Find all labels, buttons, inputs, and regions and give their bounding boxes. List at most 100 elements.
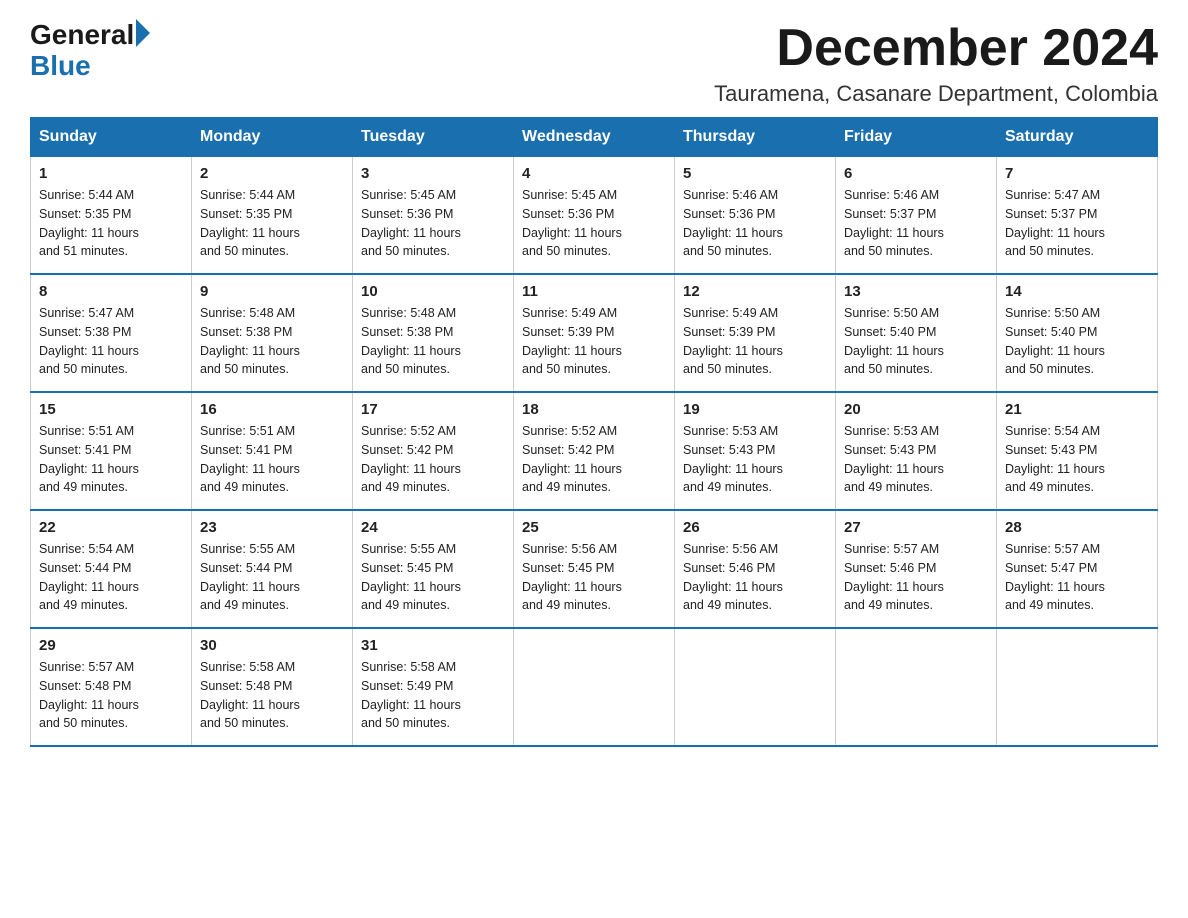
calendar-cell: 23 Sunrise: 5:55 AMSunset: 5:44 PMDaylig…	[192, 510, 353, 628]
calendar-cell: 20 Sunrise: 5:53 AMSunset: 5:43 PMDaylig…	[836, 392, 997, 510]
calendar-cell: 4 Sunrise: 5:45 AMSunset: 5:36 PMDayligh…	[514, 157, 675, 275]
day-number: 8	[39, 283, 183, 300]
calendar-cell	[675, 628, 836, 746]
day-info: Sunrise: 5:58 AMSunset: 5:48 PMDaylight:…	[200, 660, 300, 730]
calendar-cell: 30 Sunrise: 5:58 AMSunset: 5:48 PMDaylig…	[192, 628, 353, 746]
day-number: 1	[39, 165, 183, 182]
day-info: Sunrise: 5:48 AMSunset: 5:38 PMDaylight:…	[200, 306, 300, 376]
col-header-monday: Monday	[192, 118, 353, 157]
day-number: 4	[522, 165, 666, 182]
calendar-cell: 24 Sunrise: 5:55 AMSunset: 5:45 PMDaylig…	[353, 510, 514, 628]
calendar-cell: 3 Sunrise: 5:45 AMSunset: 5:36 PMDayligh…	[353, 157, 514, 275]
day-info: Sunrise: 5:44 AMSunset: 5:35 PMDaylight:…	[200, 188, 300, 258]
calendar-cell: 19 Sunrise: 5:53 AMSunset: 5:43 PMDaylig…	[675, 392, 836, 510]
calendar-week-5: 29 Sunrise: 5:57 AMSunset: 5:48 PMDaylig…	[31, 628, 1158, 746]
day-number: 26	[683, 519, 827, 536]
day-info: Sunrise: 5:50 AMSunset: 5:40 PMDaylight:…	[844, 306, 944, 376]
calendar-cell: 29 Sunrise: 5:57 AMSunset: 5:48 PMDaylig…	[31, 628, 192, 746]
day-info: Sunrise: 5:47 AMSunset: 5:37 PMDaylight:…	[1005, 188, 1105, 258]
day-number: 12	[683, 283, 827, 300]
day-number: 29	[39, 637, 183, 654]
day-number: 3	[361, 165, 505, 182]
calendar-cell: 26 Sunrise: 5:56 AMSunset: 5:46 PMDaylig…	[675, 510, 836, 628]
day-info: Sunrise: 5:55 AMSunset: 5:44 PMDaylight:…	[200, 542, 300, 612]
calendar-cell: 13 Sunrise: 5:50 AMSunset: 5:40 PMDaylig…	[836, 274, 997, 392]
col-header-friday: Friday	[836, 118, 997, 157]
calendar-cell: 15 Sunrise: 5:51 AMSunset: 5:41 PMDaylig…	[31, 392, 192, 510]
calendar-cell: 11 Sunrise: 5:49 AMSunset: 5:39 PMDaylig…	[514, 274, 675, 392]
logo-arrow-icon	[136, 19, 150, 47]
calendar-cell: 9 Sunrise: 5:48 AMSunset: 5:38 PMDayligh…	[192, 274, 353, 392]
calendar-week-4: 22 Sunrise: 5:54 AMSunset: 5:44 PMDaylig…	[31, 510, 1158, 628]
logo-blue-text: Blue	[30, 50, 91, 81]
col-header-thursday: Thursday	[675, 118, 836, 157]
day-info: Sunrise: 5:53 AMSunset: 5:43 PMDaylight:…	[683, 424, 783, 494]
day-info: Sunrise: 5:51 AMSunset: 5:41 PMDaylight:…	[39, 424, 139, 494]
day-info: Sunrise: 5:52 AMSunset: 5:42 PMDaylight:…	[522, 424, 622, 494]
day-info: Sunrise: 5:58 AMSunset: 5:49 PMDaylight:…	[361, 660, 461, 730]
day-number: 21	[1005, 401, 1149, 418]
calendar-cell: 16 Sunrise: 5:51 AMSunset: 5:41 PMDaylig…	[192, 392, 353, 510]
day-number: 20	[844, 401, 988, 418]
day-info: Sunrise: 5:49 AMSunset: 5:39 PMDaylight:…	[522, 306, 622, 376]
page-header: General Blue December 2024 Tauramena, Ca…	[30, 20, 1158, 107]
calendar-header-row: SundayMondayTuesdayWednesdayThursdayFrid…	[31, 118, 1158, 157]
day-info: Sunrise: 5:57 AMSunset: 5:48 PMDaylight:…	[39, 660, 139, 730]
day-info: Sunrise: 5:46 AMSunset: 5:36 PMDaylight:…	[683, 188, 783, 258]
calendar-cell: 5 Sunrise: 5:46 AMSunset: 5:36 PMDayligh…	[675, 157, 836, 275]
day-number: 17	[361, 401, 505, 418]
day-info: Sunrise: 5:53 AMSunset: 5:43 PMDaylight:…	[844, 424, 944, 494]
day-info: Sunrise: 5:54 AMSunset: 5:44 PMDaylight:…	[39, 542, 139, 612]
day-info: Sunrise: 5:49 AMSunset: 5:39 PMDaylight:…	[683, 306, 783, 376]
calendar-cell: 10 Sunrise: 5:48 AMSunset: 5:38 PMDaylig…	[353, 274, 514, 392]
calendar-cell	[997, 628, 1158, 746]
day-info: Sunrise: 5:56 AMSunset: 5:45 PMDaylight:…	[522, 542, 622, 612]
day-number: 13	[844, 283, 988, 300]
calendar-cell: 27 Sunrise: 5:57 AMSunset: 5:46 PMDaylig…	[836, 510, 997, 628]
day-info: Sunrise: 5:52 AMSunset: 5:42 PMDaylight:…	[361, 424, 461, 494]
calendar-week-3: 15 Sunrise: 5:51 AMSunset: 5:41 PMDaylig…	[31, 392, 1158, 510]
day-info: Sunrise: 5:44 AMSunset: 5:35 PMDaylight:…	[39, 188, 139, 258]
calendar-cell: 2 Sunrise: 5:44 AMSunset: 5:35 PMDayligh…	[192, 157, 353, 275]
day-info: Sunrise: 5:55 AMSunset: 5:45 PMDaylight:…	[361, 542, 461, 612]
calendar-cell: 31 Sunrise: 5:58 AMSunset: 5:49 PMDaylig…	[353, 628, 514, 746]
day-number: 10	[361, 283, 505, 300]
calendar-cell: 1 Sunrise: 5:44 AMSunset: 5:35 PMDayligh…	[31, 157, 192, 275]
day-number: 27	[844, 519, 988, 536]
calendar-cell: 21 Sunrise: 5:54 AMSunset: 5:43 PMDaylig…	[997, 392, 1158, 510]
day-info: Sunrise: 5:56 AMSunset: 5:46 PMDaylight:…	[683, 542, 783, 612]
col-header-sunday: Sunday	[31, 118, 192, 157]
day-number: 14	[1005, 283, 1149, 300]
day-number: 28	[1005, 519, 1149, 536]
day-number: 25	[522, 519, 666, 536]
day-info: Sunrise: 5:51 AMSunset: 5:41 PMDaylight:…	[200, 424, 300, 494]
calendar-cell: 22 Sunrise: 5:54 AMSunset: 5:44 PMDaylig…	[31, 510, 192, 628]
calendar-cell: 14 Sunrise: 5:50 AMSunset: 5:40 PMDaylig…	[997, 274, 1158, 392]
day-info: Sunrise: 5:57 AMSunset: 5:46 PMDaylight:…	[844, 542, 944, 612]
calendar-cell: 18 Sunrise: 5:52 AMSunset: 5:42 PMDaylig…	[514, 392, 675, 510]
calendar-week-2: 8 Sunrise: 5:47 AMSunset: 5:38 PMDayligh…	[31, 274, 1158, 392]
calendar-table: SundayMondayTuesdayWednesdayThursdayFrid…	[30, 117, 1158, 747]
day-number: 31	[361, 637, 505, 654]
calendar-cell: 8 Sunrise: 5:47 AMSunset: 5:38 PMDayligh…	[31, 274, 192, 392]
day-number: 6	[844, 165, 988, 182]
calendar-subtitle: Tauramena, Casanare Department, Colombia	[714, 81, 1158, 107]
day-number: 15	[39, 401, 183, 418]
calendar-cell: 28 Sunrise: 5:57 AMSunset: 5:47 PMDaylig…	[997, 510, 1158, 628]
day-number: 19	[683, 401, 827, 418]
day-number: 22	[39, 519, 183, 536]
col-header-saturday: Saturday	[997, 118, 1158, 157]
day-number: 18	[522, 401, 666, 418]
col-header-wednesday: Wednesday	[514, 118, 675, 157]
logo: General Blue	[30, 20, 150, 82]
day-number: 9	[200, 283, 344, 300]
day-info: Sunrise: 5:46 AMSunset: 5:37 PMDaylight:…	[844, 188, 944, 258]
day-info: Sunrise: 5:45 AMSunset: 5:36 PMDaylight:…	[522, 188, 622, 258]
day-number: 16	[200, 401, 344, 418]
calendar-cell	[514, 628, 675, 746]
calendar-cell: 17 Sunrise: 5:52 AMSunset: 5:42 PMDaylig…	[353, 392, 514, 510]
day-number: 23	[200, 519, 344, 536]
calendar-week-1: 1 Sunrise: 5:44 AMSunset: 5:35 PMDayligh…	[31, 157, 1158, 275]
day-number: 30	[200, 637, 344, 654]
day-info: Sunrise: 5:57 AMSunset: 5:47 PMDaylight:…	[1005, 542, 1105, 612]
